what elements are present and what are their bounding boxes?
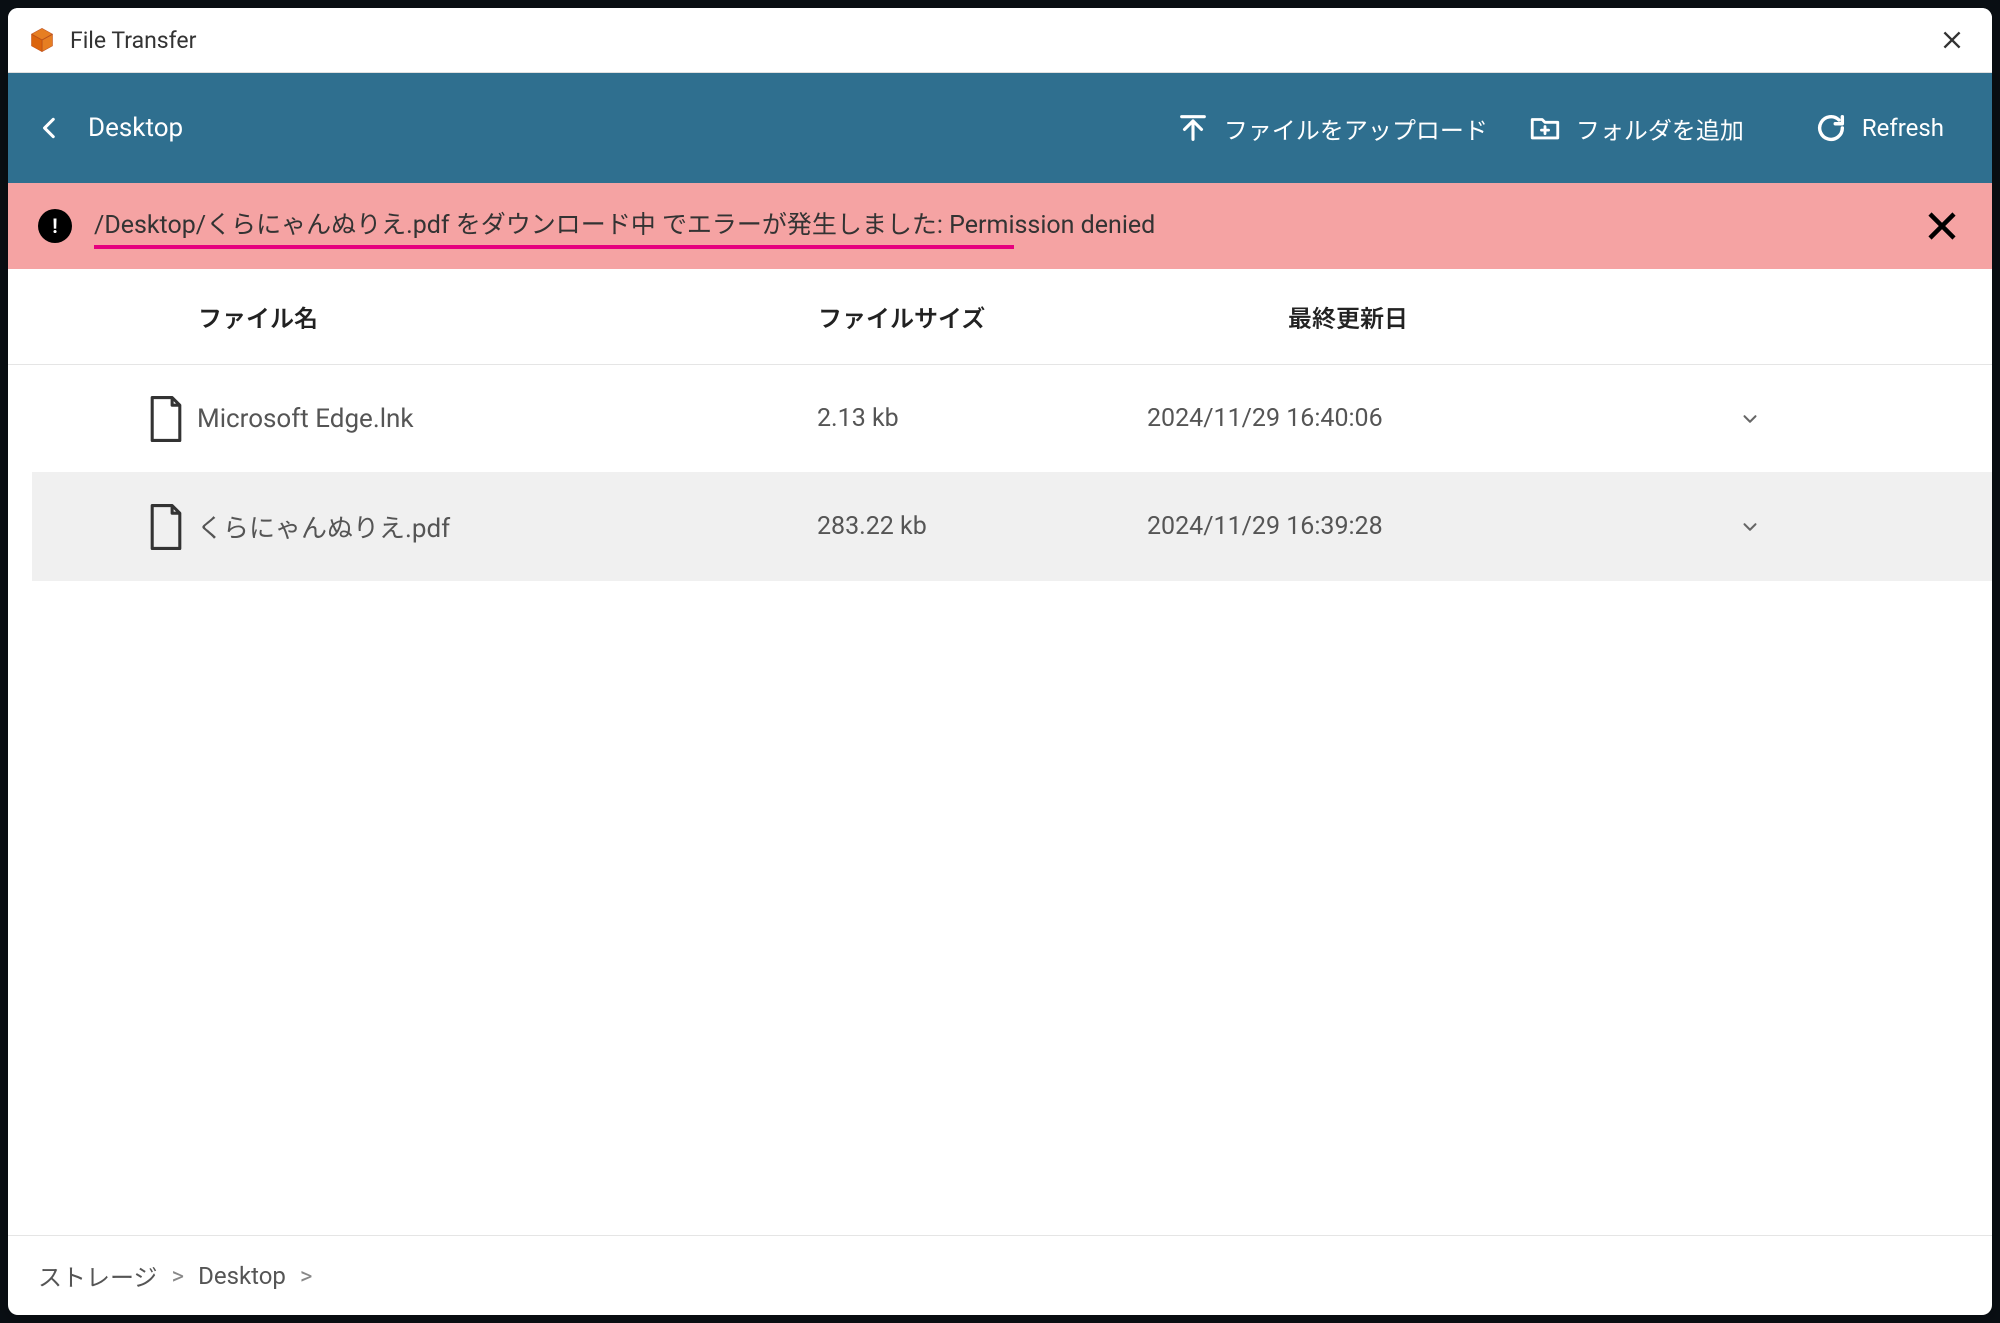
breadcrumb: ストレージ > Desktop >: [8, 1235, 1992, 1315]
titlebar: File Transfer: [8, 8, 1992, 73]
column-header-name[interactable]: ファイル名: [8, 299, 818, 334]
back-button[interactable]: Desktop: [36, 113, 183, 143]
file-date: 2024/11/29 16:39:28: [1147, 512, 1547, 541]
error-highlight-underline: [94, 245, 1014, 249]
file-date: 2024/11/29 16:40:06: [1147, 404, 1547, 433]
window-close-button[interactable]: [1932, 20, 1972, 60]
chevron-down-icon: [1738, 407, 1762, 431]
toolbar: Desktop ファイルをアップロード フォルダを追加: [8, 73, 1992, 183]
file-size: 2.13 kb: [817, 404, 1147, 433]
file-transfer-window: File Transfer Desktop ファイルをアップロード: [8, 8, 1992, 1315]
chevron-left-icon: [36, 114, 64, 142]
refresh-button[interactable]: Refresh: [1794, 101, 1964, 155]
error-message: /Desktop/くらにゃんぬりえ.pdf をダウンロード中 でエラーが発生しま…: [94, 205, 1900, 247]
table-header: ファイル名 ファイルサイズ 最終更新日: [8, 269, 1992, 365]
breadcrumb-sep: >: [300, 1262, 313, 1290]
upload-icon: [1176, 111, 1210, 145]
error-close-button[interactable]: [1922, 206, 1962, 246]
file-icon: [147, 504, 185, 550]
error-banner: ! /Desktop/くらにゃんぬりえ.pdf をダウンロード中 でエラーが発生…: [8, 183, 1992, 269]
breadcrumb-sep: >: [172, 1262, 185, 1290]
file-row-action[interactable]: [1547, 515, 1992, 539]
file-icon-cell: [32, 396, 197, 442]
chevron-down-icon: [1738, 515, 1762, 539]
error-icon: !: [38, 209, 72, 243]
file-name: Microsoft Edge.lnk: [197, 404, 817, 434]
upload-file-button[interactable]: ファイルをアップロード: [1156, 101, 1508, 156]
window-title: File Transfer: [70, 27, 1932, 54]
file-icon: [147, 396, 185, 442]
error-message-wrap: /Desktop/くらにゃんぬりえ.pdf をダウンロード中 でエラーが発生しま…: [94, 205, 1900, 247]
add-folder-label: フォルダを追加: [1576, 111, 1744, 146]
file-row-action[interactable]: [1547, 407, 1992, 431]
table-row[interactable]: くらにゃんぬりえ.pdf 283.22 kb 2024/11/29 16:39:…: [32, 473, 1992, 581]
add-folder-button[interactable]: フォルダを追加: [1508, 101, 1764, 156]
app-icon: [28, 26, 56, 54]
current-location: Desktop: [88, 113, 183, 143]
upload-label: ファイルをアップロード: [1224, 111, 1488, 146]
file-icon-cell: [32, 504, 197, 550]
breadcrumb-root[interactable]: ストレージ: [38, 1258, 158, 1293]
table-row[interactable]: Microsoft Edge.lnk 2.13 kb 2024/11/29 16…: [32, 365, 1992, 473]
file-list: Microsoft Edge.lnk 2.13 kb 2024/11/29 16…: [8, 365, 1992, 1235]
column-header-size[interactable]: ファイルサイズ: [818, 299, 1148, 334]
breadcrumb-item[interactable]: Desktop: [198, 1262, 286, 1290]
file-size: 283.22 kb: [817, 512, 1147, 541]
file-name: くらにゃんぬりえ.pdf: [197, 508, 817, 545]
refresh-icon: [1814, 111, 1848, 145]
refresh-label: Refresh: [1862, 114, 1944, 142]
column-header-date[interactable]: 最終更新日: [1148, 299, 1548, 334]
add-folder-icon: [1528, 111, 1562, 145]
